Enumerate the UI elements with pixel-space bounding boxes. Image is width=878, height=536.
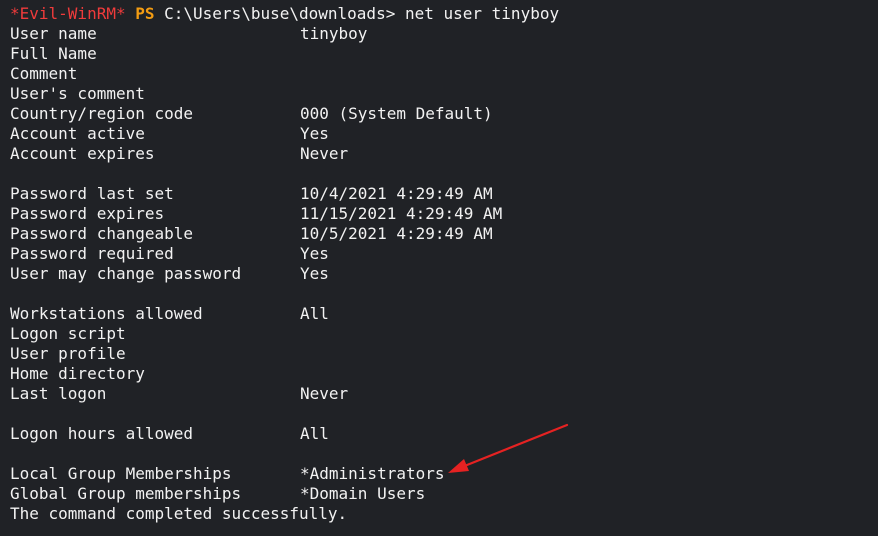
field-label: Comment: [10, 64, 78, 83]
field-row-logon-script: Logon script: [10, 324, 870, 344]
field-row-password-expires: Password expires 11/15/2021 4:29:49 AM: [10, 204, 870, 224]
terminal-window: *Evil-WinRM* PS C:\Users\buse\downloads>…: [0, 0, 878, 536]
field-row-local-group-memberships: Local Group Memberships *Administrators: [10, 464, 870, 484]
field-label: Logon hours allowed: [10, 424, 194, 443]
field-row-password-required: Password required Yes: [10, 244, 870, 264]
field-row-comment: Comment: [10, 64, 870, 84]
field-label: User profile: [10, 344, 126, 363]
prompt-line: *Evil-WinRM* PS C:\Users\buse\downloads>…: [10, 4, 870, 24]
field-row-home-directory: Home directory: [10, 364, 870, 384]
field-value: tinyboy: [300, 24, 368, 43]
field-label: Logon script: [10, 324, 126, 343]
field-label: Password expires: [10, 204, 165, 223]
field-label: Workstations allowed: [10, 304, 203, 323]
field-value: All: [300, 424, 329, 443]
field-label: Full Name: [10, 44, 97, 63]
field-row-password-last-set: Password last set 10/4/2021 4:29:49 AM: [10, 184, 870, 204]
field-label: Last logon: [10, 384, 107, 403]
field-value: *Domain Users: [300, 484, 426, 503]
field-value: 10/5/2021 4:29:49 AM: [300, 224, 493, 243]
field-row-user-may-change-password: User may change password Yes: [10, 264, 870, 284]
ps-label: PS: [135, 4, 155, 23]
prompt-path: C:\Users\buse\downloads>: [164, 4, 396, 23]
field-row-users-comment: User's comment: [10, 84, 870, 104]
field-label: Password changeable: [10, 224, 194, 243]
field-row-logon-hours-allowed: Logon hours allowed All: [10, 424, 870, 444]
field-row-account-expires: Account expires Never: [10, 144, 870, 164]
field-label: Country/region code: [10, 104, 194, 123]
shell-name: *Evil-WinRM*: [10, 4, 126, 23]
field-row-user-name: User name tinyboy: [10, 24, 870, 44]
field-value: Never: [300, 384, 349, 403]
field-value: 10/4/2021 4:29:49 AM: [300, 184, 493, 203]
field-row-workstations-allowed: Workstations allowed All: [10, 304, 870, 324]
field-value: Yes: [300, 244, 329, 263]
field-label: Global Group memberships: [10, 484, 242, 503]
field-row-password-changeable: Password changeable 10/5/2021 4:29:49 AM: [10, 224, 870, 244]
field-label: Password last set: [10, 184, 174, 203]
field-row-last-logon: Last logon Never: [10, 384, 870, 404]
field-row-user-profile: User profile: [10, 344, 870, 364]
field-label: User may change password: [10, 264, 242, 283]
field-row-country-region-code: Country/region code 000 (System Default): [10, 104, 870, 124]
terminal-output: *Evil-WinRM* PS C:\Users\buse\downloads>…: [10, 4, 870, 524]
field-value: Never: [300, 144, 349, 163]
field-label: User name: [10, 24, 97, 43]
field-value: Yes: [300, 124, 329, 143]
field-value: 000 (System Default): [300, 104, 493, 123]
field-label: Password required: [10, 244, 174, 263]
field-label: Local Group Memberships: [10, 464, 232, 483]
field-value: *Administrators: [300, 464, 445, 483]
completion-message: The command completed successfully.: [10, 504, 348, 523]
field-value: Yes: [300, 264, 329, 283]
field-row-account-active: Account active Yes: [10, 124, 870, 144]
field-label: Account active: [10, 124, 145, 143]
field-row-full-name: Full Name: [10, 44, 870, 64]
field-row-global-group-memberships: Global Group memberships *Domain Users: [10, 484, 870, 504]
field-label: Account expires: [10, 144, 155, 163]
field-value: All: [300, 304, 329, 323]
command-text: net user tinyboy: [404, 4, 560, 23]
field-label: Home directory: [10, 364, 145, 383]
field-value: 11/15/2021 4:29:49 AM: [300, 204, 503, 223]
field-label: User's comment: [10, 84, 145, 103]
